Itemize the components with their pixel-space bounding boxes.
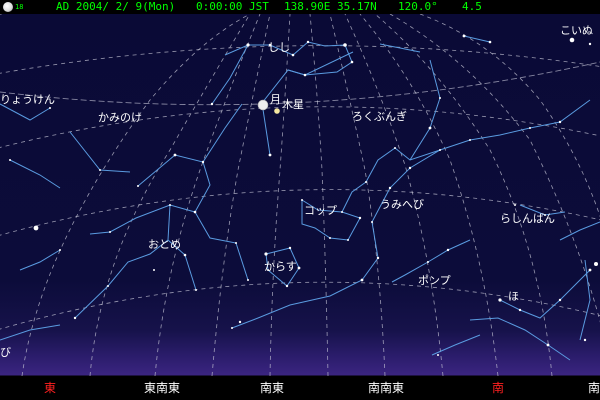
label-pyxis: らしんばん: [500, 212, 555, 225]
sky-view[interactable]: 月 木星 しし こいぬ りょうけん かみのけ ろくぶんぎ コップ うみへび らし…: [0, 0, 600, 376]
constellation-lines: [0, 35, 600, 361]
date-display: AD 2004/ 2/ 9(Mon): [56, 0, 176, 13]
direction-south: 南: [491, 381, 505, 395]
limiting-magnitude-display: 4.5: [462, 0, 482, 13]
field-of-view-display: 120.0°: [398, 0, 438, 13]
status-bar: 18 AD 2004/ 2/ 9(Mon) 0:00:00 JST 138.90…: [0, 0, 600, 14]
planetarium-window: 18 AD 2004/ 2/ 9(Mon) 0:00:00 JST 138.90…: [0, 0, 600, 400]
direction-sse: 南南東: [367, 381, 405, 395]
direction-se: 南東: [259, 381, 285, 395]
label-virgo: おとめ: [148, 238, 181, 251]
label-leo: しし: [268, 41, 290, 54]
moon-phase-icon: [3, 2, 13, 12]
label-antlia: ポンプ: [418, 274, 451, 287]
label-canis-minor: こいぬ: [560, 24, 593, 37]
star-field: [9, 34, 598, 356]
direction-ese: 東南東: [143, 381, 181, 395]
label-edge-left: び: [0, 346, 11, 359]
location-display: 138.90E 35.17N: [284, 0, 377, 13]
jupiter-label: 木星: [282, 98, 304, 111]
direction-edge: 南: [587, 381, 600, 395]
label-crater: コップ: [304, 204, 337, 217]
constellation-labels: しし こいぬ りょうけん かみのけ ろくぶんぎ コップ うみへび らしんばん お…: [0, 24, 593, 359]
direction-east: 東: [43, 381, 57, 395]
moon-age: 18: [15, 3, 24, 11]
jupiter-icon: [274, 108, 280, 114]
label-sextans: ろくぶんぎ: [352, 109, 407, 123]
direction-bar: 東 東南東 南東 南南東 南 南: [0, 376, 600, 400]
azimuth-grid: [21, 13, 600, 376]
label-hydra: うみへび: [380, 198, 424, 211]
label-coma-berenices: かみのけ: [98, 111, 142, 124]
moon-icon: [257, 99, 269, 111]
moon-label: 月: [270, 93, 281, 106]
altitude-grid: [0, 0, 600, 330]
time-display: 0:00:00 JST: [196, 0, 269, 13]
label-vela: ほ: [508, 290, 519, 303]
label-corvus: からす: [264, 260, 297, 273]
